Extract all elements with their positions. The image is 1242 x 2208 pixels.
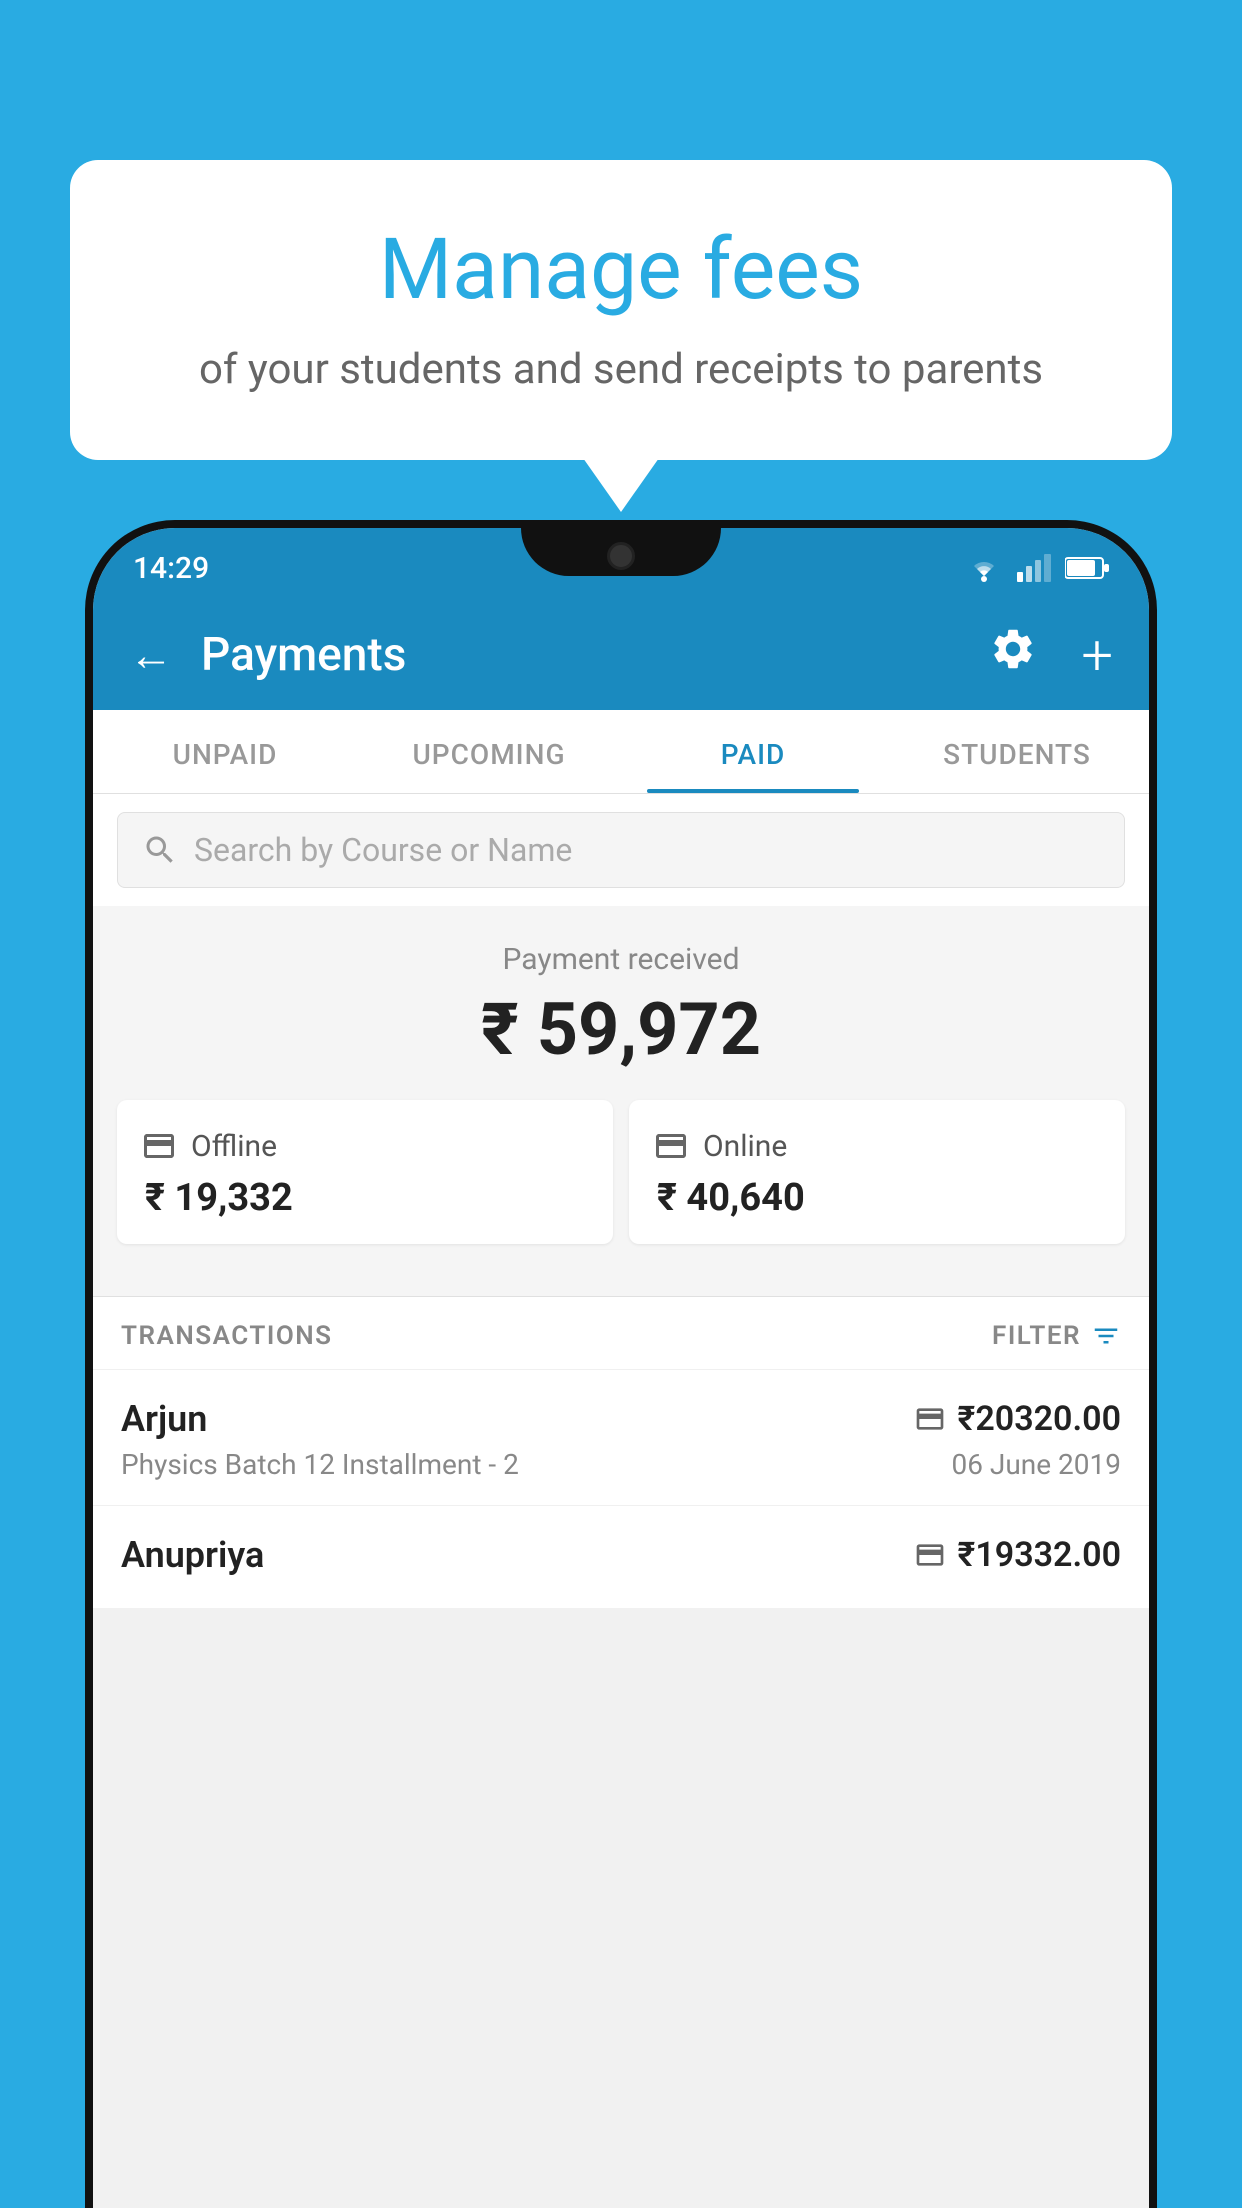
offline-label: Offline [191, 1129, 277, 1164]
app-bar: ← Payments + [93, 600, 1149, 710]
transaction-top: Arjun ₹20320.00 [121, 1398, 1121, 1440]
payment-received-label: Payment received [93, 942, 1149, 977]
gear-icon [989, 625, 1037, 673]
transaction-amount-row: ₹20320.00 [914, 1399, 1121, 1439]
transaction-date: 06 June 2019 [951, 1448, 1121, 1481]
tab-unpaid[interactable]: UNPAID [93, 710, 357, 793]
transaction-course: Physics Batch 12 Installment - 2 [121, 1448, 519, 1481]
offline-payment-icon [914, 1539, 946, 1571]
transaction-bottom: Physics Batch 12 Installment - 2 06 June… [121, 1448, 1121, 1481]
transactions-label: TRANSACTIONS [121, 1321, 333, 1351]
phone-inner: 14:29 [93, 528, 1149, 2208]
online-label: Online [703, 1129, 787, 1164]
online-payment-icon [914, 1403, 946, 1435]
tab-paid[interactable]: PAID [621, 710, 885, 793]
payment-total-amount: ₹ 59,972 [93, 987, 1149, 1072]
transaction-name: Arjun [121, 1398, 207, 1440]
status-time: 14:29 [133, 551, 209, 586]
transaction-top: Anupriya ₹19332.00 [121, 1534, 1121, 1576]
signal-icon [1017, 554, 1051, 582]
transaction-name: Anupriya [121, 1534, 264, 1576]
tab-students[interactable]: STUDENTS [885, 710, 1149, 793]
camera-dot [607, 542, 635, 570]
filter-button[interactable]: FILTER [992, 1321, 1121, 1351]
back-button[interactable]: ← [129, 629, 173, 681]
tabs: UNPAID UPCOMING PAID STUDENTS [93, 710, 1149, 794]
online-amount: ₹ 40,640 [653, 1176, 805, 1220]
search-icon [142, 832, 178, 868]
offline-card-header: Offline [141, 1128, 277, 1164]
transaction-amount-row: ₹19332.00 [914, 1535, 1121, 1575]
speech-bubble: Manage fees of your students and send re… [70, 160, 1172, 460]
speech-bubble-container: Manage fees of your students and send re… [70, 160, 1172, 460]
add-button[interactable]: + [1081, 622, 1113, 688]
bubble-subtitle: of your students and send receipts to pa… [150, 341, 1092, 400]
payment-received-section: Payment received ₹ 59,972 Offline ₹ 19,3… [93, 906, 1149, 1297]
tab-upcoming[interactable]: UPCOMING [357, 710, 621, 793]
search-placeholder: Search by Course or Name [194, 831, 572, 869]
offline-payment-card: Offline ₹ 19,332 [117, 1100, 613, 1244]
offline-payment-icon [141, 1128, 177, 1164]
online-card-header: Online [653, 1128, 787, 1164]
transaction-amount: ₹19332.00 [958, 1535, 1121, 1575]
online-payment-card: Online ₹ 40,640 [629, 1100, 1125, 1244]
transactions-header: TRANSACTIONS FILTER [93, 1297, 1149, 1369]
status-icons [965, 554, 1109, 582]
app-title: Payments [201, 628, 961, 682]
search-bar[interactable]: Search by Course or Name [117, 812, 1125, 888]
wifi-icon [965, 554, 1003, 582]
filter-label: FILTER [992, 1321, 1081, 1351]
online-payment-icon [653, 1128, 689, 1164]
search-container: Search by Course or Name [93, 794, 1149, 906]
offline-amount: ₹ 19,332 [141, 1176, 293, 1220]
filter-icon [1091, 1321, 1121, 1351]
battery-icon [1065, 556, 1109, 580]
settings-button[interactable] [989, 625, 1037, 685]
bubble-title: Manage fees [150, 220, 1092, 321]
payment-cards: Offline ₹ 19,332 Online ₹ 40,640 [93, 1100, 1149, 1272]
phone-notch [521, 528, 721, 576]
table-row[interactable]: Arjun ₹20320.00 Physics Batch 12 Install… [93, 1369, 1149, 1505]
transaction-amount: ₹20320.00 [958, 1399, 1121, 1439]
phone-frame: 14:29 [85, 520, 1157, 2208]
table-row[interactable]: Anupriya ₹19332.00 [93, 1505, 1149, 1608]
